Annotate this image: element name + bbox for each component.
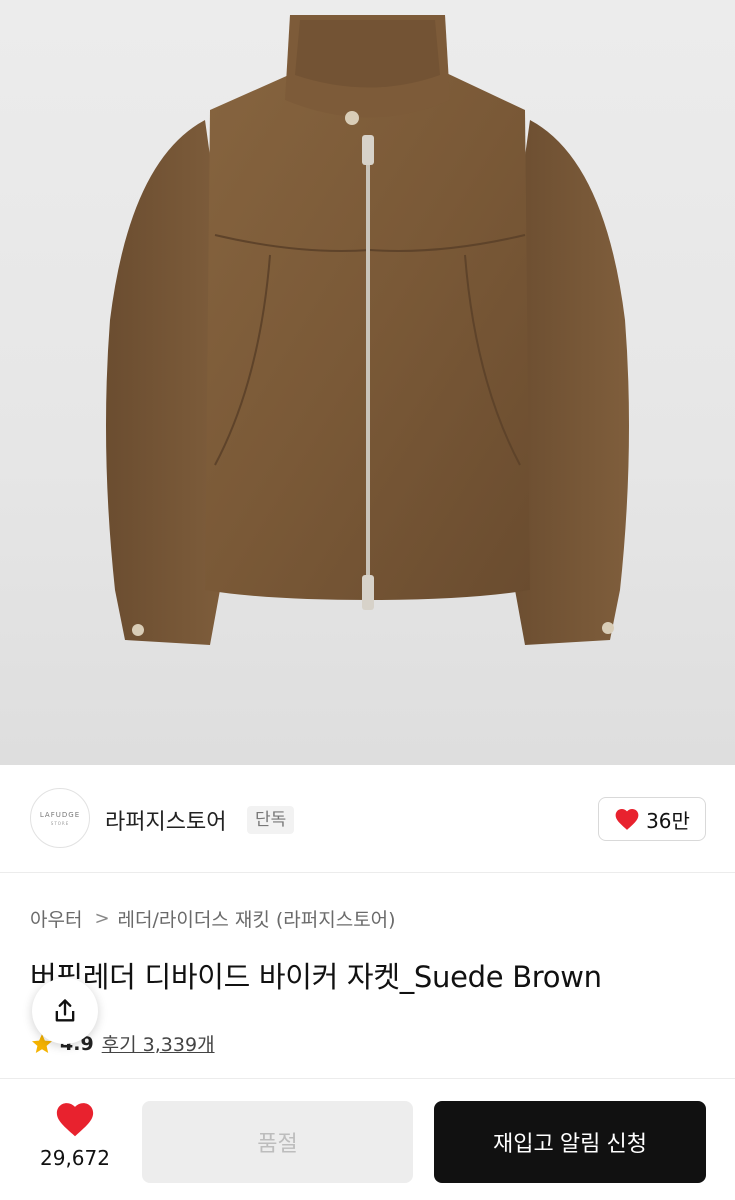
soldout-button: 품절 — [142, 1101, 413, 1183]
heart-icon — [56, 1103, 94, 1137]
jacket-illustration — [106, 15, 629, 645]
store-name[interactable]: 라퍼지스토어 — [105, 804, 226, 836]
breadcrumb-category[interactable]: 아우터 — [30, 905, 82, 932]
restock-alert-button[interactable]: 재입고 알림 신청 — [434, 1101, 706, 1183]
heart-icon — [615, 809, 639, 830]
store-logo-text: LAFUDGE — [39, 810, 81, 819]
store-like-count: 36만 — [646, 808, 690, 833]
store-like-button[interactable]: 36만 — [598, 797, 706, 841]
exclusive-badge: 단독 — [247, 806, 295, 834]
breadcrumb: 아우터 > 레더/라이더스 재킷 (라퍼지스토어) — [30, 905, 396, 932]
wish-button[interactable]: 29,672 — [28, 1100, 122, 1180]
share-button[interactable] — [32, 978, 98, 1044]
store-logo[interactable]: LAFUDGE STORE — [30, 788, 90, 848]
breadcrumb-separator: > — [94, 908, 110, 929]
product-image[interactable] — [0, 0, 735, 765]
breadcrumb-subcategory[interactable]: 레더/라이더스 재킷 (라퍼지스토어) — [118, 905, 396, 932]
review-link[interactable]: 후기 3,339개 — [102, 1030, 215, 1057]
share-icon — [55, 999, 75, 1022]
product-title: 버핑레더 디바이드 바이커 자켓_Suede Brown — [30, 960, 602, 994]
store-logo-subtext: STORE — [50, 820, 70, 826]
wish-count: 29,672 — [40, 1146, 110, 1170]
